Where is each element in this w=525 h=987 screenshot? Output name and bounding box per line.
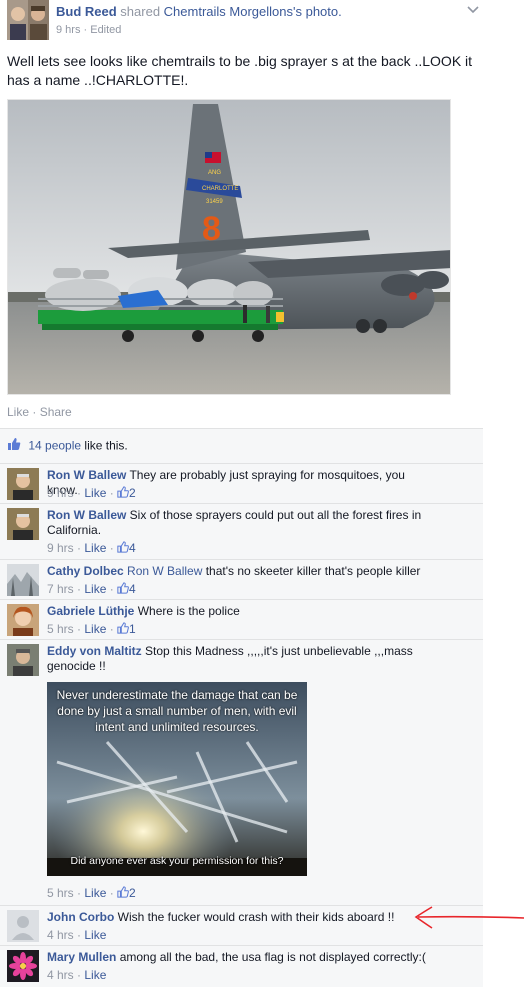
commenter-name-link[interactable]: Eddy von Maltitz	[47, 644, 142, 658]
author-name-link[interactable]: Bud Reed	[56, 4, 117, 19]
commenter-name-link[interactable]: Mary Mullen	[47, 950, 116, 964]
comment-meta: 7 hrs · Like · 4	[47, 582, 136, 597]
comment-like-link[interactable]: Like	[84, 541, 106, 555]
post-photo[interactable]: ANG CHARLOTTE 31459 8	[7, 99, 451, 395]
comment-text: Wish the fucker would crash with their k…	[114, 910, 395, 924]
post-like-link[interactable]: Like	[7, 405, 29, 419]
tagged-user-link[interactable]: Ron W Ballew	[127, 564, 202, 578]
comment-meta: 5 hrs · Like · 2	[47, 886, 136, 901]
comment-like-link[interactable]: Like	[84, 622, 106, 636]
commenter-avatar[interactable]	[7, 644, 39, 676]
photo-unit-text: ANG	[208, 170, 221, 176]
post-message: Well lets see looks like chemtrails to b…	[7, 53, 473, 88]
thumbs-up-icon	[117, 886, 129, 901]
thumbs-up-icon	[117, 622, 129, 637]
post-timestamp[interactable]: 9 hrs · Edited	[56, 24, 121, 36]
commenter-avatar[interactable]	[7, 604, 39, 636]
comment-like-count[interactable]: 4	[129, 582, 136, 596]
commenter-name-link[interactable]: Ron W Ballew	[47, 468, 126, 482]
comment-like-count[interactable]: 1	[129, 622, 136, 636]
comment-like-link[interactable]: Like	[84, 968, 106, 982]
author-avatar[interactable]	[7, 0, 49, 40]
comment-item: Ron W Ballew Six of those sprayers could…	[0, 503, 483, 559]
comment-meta: 4 hrs · Like	[47, 968, 107, 982]
comment-like-count[interactable]: 2	[129, 886, 136, 900]
likes-summary: 14 people like this.	[7, 437, 128, 455]
image-caption-bottom: Did anyone ever ask your permission for …	[70, 855, 284, 867]
likes-count-link[interactable]: 14 people	[28, 439, 81, 453]
comment-item: Gabriele Lüthje Where is the police 5 hr…	[0, 599, 483, 639]
commenter-avatar[interactable]	[7, 910, 39, 942]
comment-body: Eddy von Maltitz Stop this Madness ,,,,,…	[47, 644, 427, 674]
commenter-avatar[interactable]	[7, 468, 39, 500]
comment-time[interactable]: 5 hrs	[47, 886, 74, 900]
comment-meta: 4 hrs · Like	[47, 928, 107, 942]
thumbs-up-icon	[117, 541, 129, 556]
shared-page-link[interactable]: Chemtrails Morgellons's photo.	[164, 4, 342, 19]
commenter-name-link[interactable]: Ron W Ballew	[47, 508, 126, 522]
comment-attached-image[interactable]: Never underestimate the damage that can …	[47, 682, 307, 876]
commenter-name-link[interactable]: John Corbo	[47, 910, 114, 924]
comment-time[interactable]: 9 hrs	[47, 486, 74, 500]
shared-text: shared	[120, 4, 161, 19]
red-arrow-annotation	[412, 905, 525, 931]
post-header: Bud Reed shared Chemtrails Morgellons's …	[0, 0, 483, 44]
photo-name-text: CHARLOTTE	[202, 186, 238, 192]
image-caption-top: Never underestimate the damage that can …	[56, 688, 298, 734]
comment-item: Ron W Ballew They are probably just spra…	[0, 463, 483, 503]
likes-suffix: like this.	[81, 438, 128, 453]
comment-body: Gabriele Lüthje Where is the police	[47, 604, 427, 619]
post-share-link[interactable]: Share	[40, 405, 72, 419]
comment-body: Cathy Dolbec Ron W Ballew that's no skee…	[47, 564, 427, 579]
comment-like-link[interactable]: Like	[84, 886, 106, 900]
comment-meta: 9 hrs · Like · 4	[47, 541, 136, 556]
thumbs-up-icon	[117, 582, 129, 597]
comment-meta: 5 hrs · Like · 1	[47, 622, 136, 637]
comment-text: that's no skeeter killer that's people k…	[202, 564, 421, 578]
comment-like-link[interactable]: Like	[84, 486, 106, 500]
comment-item: John Corbo Wish the fucker would crash w…	[0, 905, 483, 945]
commenter-name-link[interactable]: Gabriele Lüthje	[47, 604, 134, 618]
commenter-name-link[interactable]: Cathy Dolbec	[47, 564, 124, 578]
post-title-line: Bud Reed shared Chemtrails Morgellons's …	[56, 4, 342, 19]
thumbs-up-icon	[7, 437, 21, 454]
comment-body: Mary Mullen among all the bad, the usa f…	[47, 950, 427, 965]
action-separator: ·	[29, 405, 40, 419]
comment-time[interactable]: 4 hrs	[47, 928, 74, 942]
comment-item: Cathy Dolbec Ron W Ballew that's no skee…	[0, 559, 483, 599]
comment-like-count[interactable]: 4	[129, 541, 136, 555]
comment-body: Ron W Ballew Six of those sprayers could…	[47, 508, 427, 538]
comment-text: Where is the police	[134, 604, 240, 618]
comment-meta: 9 hrs · Like · 2	[47, 486, 136, 501]
commenter-avatar[interactable]	[7, 564, 39, 596]
comment-like-link[interactable]: Like	[84, 582, 106, 596]
comment-body: John Corbo Wish the fucker would crash w…	[47, 910, 427, 925]
comment-time[interactable]: 7 hrs	[47, 582, 74, 596]
chevron-down-icon[interactable]	[466, 3, 480, 17]
comment-like-link[interactable]: Like	[84, 928, 106, 942]
comment-item: Mary Mullen among all the bad, the usa f…	[0, 945, 483, 987]
post-actions: Like · Share	[7, 405, 72, 419]
thumbs-up-icon	[117, 486, 129, 501]
commenter-avatar[interactable]	[7, 508, 39, 540]
comment-time[interactable]: 4 hrs	[47, 968, 74, 982]
photo-serial-text: 31459	[206, 199, 223, 205]
comment-time[interactable]: 5 hrs	[47, 622, 74, 636]
comment-text: among all the bad, the usa flag is not d…	[116, 950, 426, 964]
comment-like-count[interactable]: 2	[129, 486, 136, 500]
commenter-avatar[interactable]	[7, 950, 39, 982]
comment-time[interactable]: 9 hrs	[47, 541, 74, 555]
